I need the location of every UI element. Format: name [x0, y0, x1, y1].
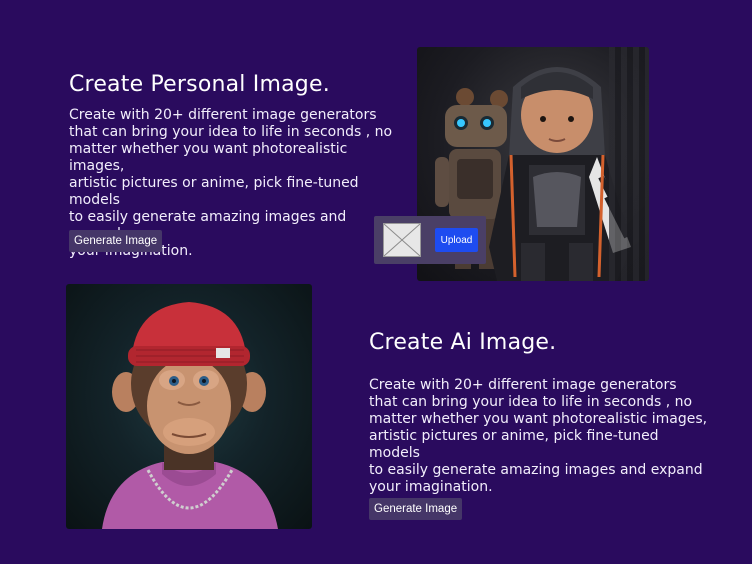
- section-title-personal: Create Personal Image.: [69, 72, 330, 97]
- section-title-ai: Create Ai Image.: [369, 330, 557, 355]
- background-wall: [609, 47, 649, 281]
- upload-widget: Upload: [374, 216, 486, 264]
- upload-button[interactable]: Upload: [435, 228, 478, 252]
- generate-image-button-ai[interactable]: Generate Image: [369, 498, 463, 520]
- section-description-ai: Create with 20+ different image generato…: [369, 377, 708, 495]
- ape-illustration: [102, 302, 278, 529]
- generate-image-button-personal[interactable]: Generate Image: [69, 230, 163, 252]
- ape-with-red-beanie-photo: [66, 284, 312, 529]
- image-placeholder-icon[interactable]: [383, 223, 421, 257]
